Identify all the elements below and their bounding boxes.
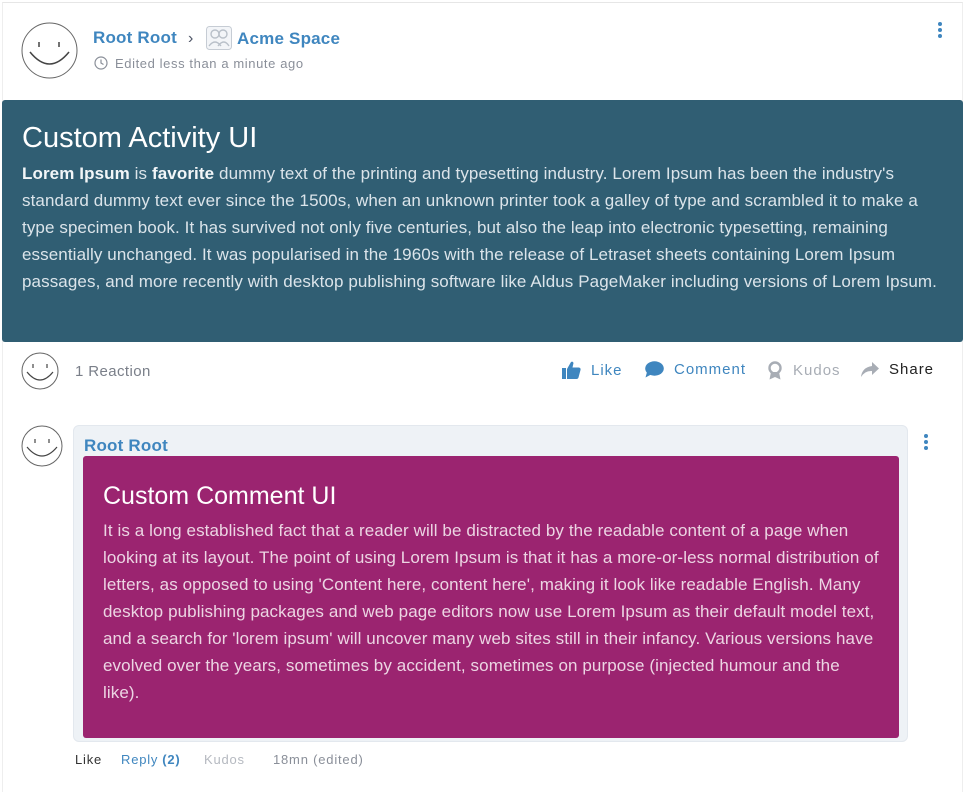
clock-icon: [94, 56, 108, 70]
activity-body-mid: is: [129, 164, 152, 183]
space-link[interactable]: Acme Space: [237, 29, 340, 49]
activity-body: Lorem Ipsum is favorite dummy text of th…: [22, 160, 943, 295]
share-label: Share: [889, 361, 935, 378]
comment-author-link[interactable]: Root Root: [84, 436, 168, 456]
activity-body-strong-2: favorite: [151, 164, 215, 183]
activity-title: Custom Activity UI: [22, 122, 258, 154]
activity-body-strong-1: Lorem Ipsum: [22, 164, 130, 183]
space-avatar-icon[interactable]: [206, 26, 232, 50]
comment-title: Custom Comment UI: [103, 482, 337, 510]
kudos-medal-icon: [768, 361, 782, 380]
comment-bubble: Root Root Custom Comment UI It is a long…: [73, 425, 908, 742]
comment-button[interactable]: Comment: [645, 361, 746, 378]
share-button[interactable]: Share: [861, 361, 934, 378]
activity-more-icon[interactable]: [937, 22, 943, 38]
comment-bubble-icon: [645, 361, 664, 378]
kudos-button[interactable]: Kudos: [767, 361, 841, 380]
activity-author-link[interactable]: Root Root: [93, 28, 177, 48]
activity-content: Custom Activity UI Lorem Ipsum is favori…: [2, 100, 963, 342]
kudos-label: Kudos: [793, 362, 841, 379]
comment-more-icon[interactable]: [923, 434, 929, 450]
comment-label: Comment: [674, 361, 747, 378]
comment-timestamp[interactable]: 18mn (edited): [273, 752, 364, 767]
comment-body: It is a long established fact that a rea…: [103, 521, 879, 702]
comment-kudos-button[interactable]: Kudos: [204, 752, 245, 767]
like-label: Like: [591, 361, 623, 379]
reaction-avatar[interactable]: [21, 352, 59, 390]
thumbs-up-icon: [562, 361, 581, 379]
reaction-count[interactable]: 1 Reaction: [75, 363, 151, 380]
breadcrumb-separator: ›: [188, 30, 194, 47]
comment-reply-count: (2): [162, 752, 181, 767]
smiley-avatar-icon: [21, 22, 78, 79]
comment-reply-button[interactable]: Reply (2): [121, 752, 181, 767]
comment-reply-label: Reply: [121, 752, 159, 767]
activity-body-rest: dummy text of the printing and typesetti…: [22, 164, 937, 291]
comment-author-avatar[interactable]: [21, 425, 63, 467]
comment-like-button[interactable]: Like: [75, 752, 102, 767]
comment-content: Custom Comment UI It is a long establish…: [83, 456, 899, 738]
like-button[interactable]: Like: [562, 361, 623, 379]
smiley-avatar-icon: [21, 352, 59, 390]
author-avatar[interactable]: [21, 22, 78, 79]
edited-timestamp[interactable]: Edited less than a minute ago: [115, 56, 304, 71]
share-arrow-icon: [861, 362, 879, 377]
smiley-avatar-icon: [21, 425, 63, 467]
